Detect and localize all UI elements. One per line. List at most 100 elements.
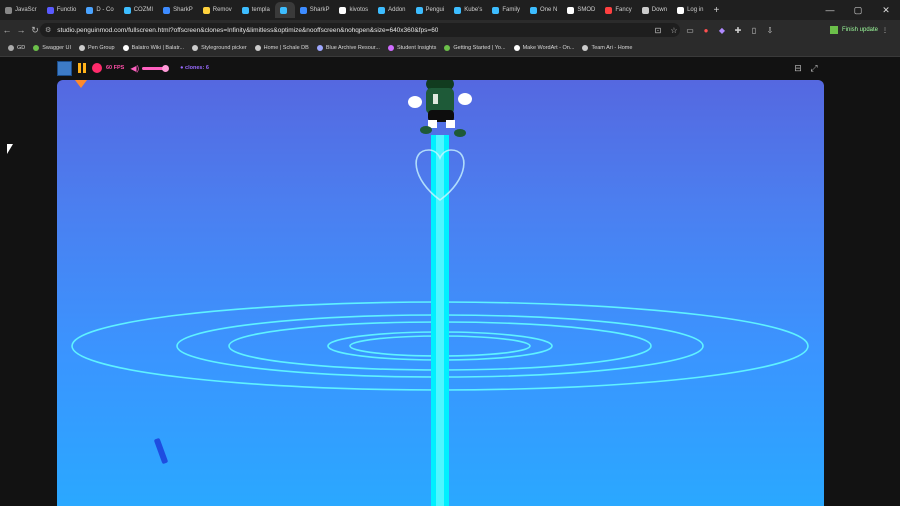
split-view-icon[interactable]: ▯ <box>746 23 762 37</box>
bookmark-star-icon[interactable]: ☆ <box>666 23 682 37</box>
bookmark-item[interactable]: Student Insights <box>387 45 436 51</box>
bookmarks-bar: GD Swagger UI Pen Group Balatro Wiki | Bala… <box>0 40 900 57</box>
bookmark-label: Blue Archive Resour... <box>325 45 380 51</box>
screenshot-icon[interactable]: ⊟ <box>790 61 806 75</box>
new-tab-icon[interactable]: + <box>708 2 724 18</box>
bookmark-label: Home | Schale DB <box>263 45 309 51</box>
finish-update-button[interactable]: Finish update ⋮ <box>830 23 888 37</box>
browser-tab[interactable]: SharkP <box>295 2 335 18</box>
bookmark-label: Getting Started | Yo... <box>453 45 506 51</box>
extension-icon[interactable]: ◆ <box>714 23 730 37</box>
tab-label: Functio <box>56 7 77 13</box>
tab-strip: JavaScr Functio D - Co COZMI SharkP Remov temp… <box>0 0 900 20</box>
bookmark-item[interactable]: Make WordArt - On... <box>513 45 575 51</box>
green-flag-icon[interactable] <box>57 60 72 76</box>
tab-label: SharkP <box>309 7 330 13</box>
volume-icon[interactable]: ◀) <box>130 64 139 73</box>
download-icon[interactable]: ⇩ <box>762 23 778 37</box>
profile-icon[interactable]: ● <box>698 23 714 37</box>
volume-slider[interactable] <box>142 64 170 72</box>
back-icon[interactable]: ← <box>0 25 14 35</box>
browser-tab[interactable]: Addon <box>373 2 410 18</box>
bookmark-favicon-icon <box>444 45 451 51</box>
browser-tab[interactable]: JavaScr <box>0 2 42 18</box>
tab-label: SMOD <box>577 7 596 13</box>
tab-favicon-icon <box>279 6 287 14</box>
forward-icon[interactable]: → <box>14 25 28 35</box>
tab-favicon-icon <box>299 6 307 14</box>
stage-scene <box>71 80 809 506</box>
tab-favicon-icon <box>339 6 347 14</box>
browser-tab[interactable]: Family <box>487 2 525 18</box>
corner-marker <box>75 80 87 88</box>
browser-tab[interactable]: Remov <box>198 2 237 18</box>
browser-tab[interactable]: Pengui <box>411 2 450 18</box>
bookmark-item[interactable]: Getting Started | Yo... <box>444 45 506 51</box>
extensions-icon[interactable]: ✚ <box>730 23 746 37</box>
tab-favicon-icon <box>163 6 171 14</box>
browser-tab[interactable]: Kube's <box>449 2 487 18</box>
sidebar-icon[interactable]: ▭ <box>682 23 698 37</box>
bookmark-favicon-icon <box>387 45 394 51</box>
bookmark-item[interactable]: Home | Schale DB <box>254 45 309 51</box>
bookmark-item[interactable]: Balatro Wiki | Balatr... <box>122 45 184 51</box>
browser-tab[interactable]: SMOD <box>562 2 600 18</box>
bookmark-label: Pen Group <box>88 45 115 51</box>
browser-tab[interactable]: Fancy <box>600 2 636 18</box>
tab-label: COZMI <box>133 7 154 13</box>
tab-favicon-icon <box>46 6 54 14</box>
browser-tab[interactable]: SharkP <box>158 2 198 18</box>
tab-favicon-icon <box>5 6 12 14</box>
bookmark-favicon-icon <box>33 45 40 51</box>
stop-icon[interactable] <box>92 63 102 73</box>
fps-counter: 60 FPS <box>106 65 125 71</box>
browser-tab[interactable]: templa <box>237 2 275 18</box>
browser-tab[interactable]: One N <box>525 2 562 18</box>
browser-tab[interactable]: Functio <box>42 2 82 18</box>
tab-favicon-icon <box>530 6 538 14</box>
bookmark-label: Make WordArt - On... <box>522 45 575 51</box>
bookmark-item[interactable]: Blue Archive Resour... <box>316 45 380 51</box>
light-beam-core <box>436 135 444 506</box>
site-info-icon[interactable]: ⚙ <box>40 26 51 34</box>
clones-counter: ● clones: 6 <box>180 65 209 71</box>
tab-favicon-icon <box>454 6 462 14</box>
maximize-icon[interactable]: ▢ <box>844 5 872 16</box>
install-icon[interactable]: ⊡ <box>650 23 666 37</box>
window-controls: — ▢ ✕ <box>816 0 900 20</box>
clones-icon: ● <box>180 65 184 71</box>
minimize-icon[interactable]: — <box>816 5 844 15</box>
mouse-cursor-icon <box>7 144 13 154</box>
fullscreen-icon[interactable]: ⤢ <box>806 61 822 75</box>
pause-icon[interactable] <box>78 63 86 73</box>
stage-canvas[interactable] <box>57 80 824 506</box>
close-icon[interactable]: ✕ <box>872 5 900 16</box>
bookmark-item[interactable]: GD <box>8 45 25 51</box>
browser-tab[interactable]: D - Co <box>81 2 118 18</box>
bookmark-item[interactable]: Team Ari - Home <box>582 45 632 51</box>
browser-tab[interactable]: Down <box>637 2 672 18</box>
browser-tab[interactable]: Log in <box>672 2 708 18</box>
bookmark-favicon-icon <box>79 45 85 51</box>
tab-favicon-icon <box>241 6 249 14</box>
bookmark-label: Team Ari - Home <box>591 45 633 51</box>
tab-favicon-icon <box>415 6 423 14</box>
player-controls: 60 FPS ◀) ● clones: 6 <box>57 60 209 76</box>
bookmark-favicon-icon <box>513 45 520 51</box>
bookmark-item[interactable]: Pen Group <box>79 45 115 51</box>
bookmark-favicon-icon <box>8 45 14 51</box>
address-bar[interactable]: ⚙ studio.penguinmod.com/fullscreen.html?… <box>40 23 680 37</box>
tab-label: Pengui <box>425 7 445 13</box>
bookmark-label: Styleground picker <box>201 45 247 51</box>
browser-tab[interactable]: COZMI <box>119 2 158 18</box>
browser-tab[interactable]: kivotos <box>334 2 373 18</box>
tab-label: One N <box>540 7 558 13</box>
bookmark-item[interactable]: Swagger UI <box>33 45 71 51</box>
browser-tab[interactable] <box>274 2 295 18</box>
bookmark-item[interactable]: Styleground picker <box>192 45 247 51</box>
tab-favicon-icon <box>378 6 386 14</box>
menu-icon[interactable]: ⋮ <box>882 27 888 34</box>
tab-label: kivotos <box>349 7 369 13</box>
tab-favicon-icon <box>641 6 649 14</box>
tab-label: JavaScr <box>15 7 37 13</box>
